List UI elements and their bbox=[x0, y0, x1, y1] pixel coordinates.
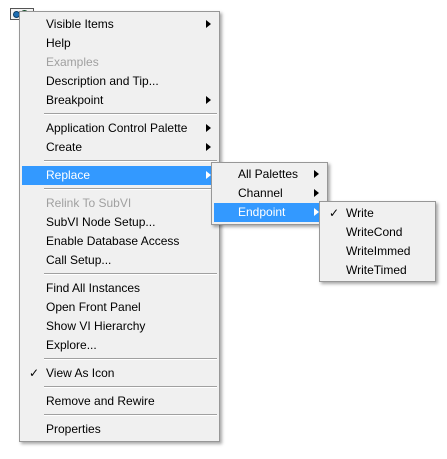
menu-separator bbox=[44, 160, 217, 162]
menu-separator bbox=[44, 414, 217, 416]
menu-item-view-as-icon[interactable]: ✓ View As Icon bbox=[22, 364, 217, 383]
menu-item-write[interactable]: ✓ Write bbox=[322, 204, 433, 223]
menu-item-label: Create bbox=[46, 140, 83, 154]
submenu-arrow-icon bbox=[206, 143, 211, 151]
menu-item-label: WriteTimed bbox=[346, 263, 407, 277]
menu-item-writetimed[interactable]: WriteTimed bbox=[322, 261, 433, 280]
menu-item-label: Open Front Panel bbox=[46, 300, 141, 314]
menu-item-description-and-tip[interactable]: Description and Tip... bbox=[22, 72, 217, 91]
menu-item-label: Breakpoint bbox=[46, 93, 104, 107]
menu-item-remove-and-rewire[interactable]: Remove and Rewire bbox=[22, 392, 217, 411]
menu-item-channel[interactable]: Channel bbox=[214, 184, 325, 203]
menu-item-examples: Examples bbox=[22, 53, 217, 72]
menu-item-label: Remove and Rewire bbox=[46, 394, 155, 408]
submenu-arrow-icon bbox=[206, 96, 211, 104]
submenu-arrow-icon bbox=[206, 20, 211, 28]
menu-item-relink-to-subvi: Relink To SubVI bbox=[22, 194, 217, 213]
menu-item-call-setup[interactable]: Call Setup... bbox=[22, 251, 217, 270]
menu-item-find-all-instances[interactable]: Find All Instances bbox=[22, 279, 217, 298]
menu-item-open-front-panel[interactable]: Open Front Panel bbox=[22, 298, 217, 317]
context-menu: Visible Items Help Examples Description … bbox=[19, 11, 220, 442]
menu-item-label: All Palettes bbox=[238, 167, 299, 181]
endpoint-submenu: ✓ Write WriteCond WriteImmed WriteTimed bbox=[319, 201, 436, 282]
menu-item-label: Write bbox=[346, 206, 374, 220]
menu-item-label: Relink To SubVI bbox=[46, 196, 132, 210]
menu-item-breakpoint[interactable]: Breakpoint bbox=[22, 91, 217, 110]
menu-item-label: Help bbox=[46, 36, 71, 50]
menu-item-show-vi-hierarchy[interactable]: Show VI Hierarchy bbox=[22, 317, 217, 336]
menu-item-label: Visible Items bbox=[46, 17, 114, 31]
menu-item-replace[interactable]: Replace bbox=[22, 166, 217, 185]
menu-item-endpoint[interactable]: Endpoint bbox=[214, 203, 325, 222]
menu-item-label: Show VI Hierarchy bbox=[46, 319, 146, 333]
menu-item-label: View As Icon bbox=[46, 366, 115, 380]
menu-item-writeimmed[interactable]: WriteImmed bbox=[322, 242, 433, 261]
menu-item-explore[interactable]: Explore... bbox=[22, 336, 217, 355]
menu-item-label: Find All Instances bbox=[46, 281, 141, 295]
menu-item-label: Properties bbox=[46, 422, 101, 436]
menu-separator bbox=[44, 358, 217, 360]
menu-item-label: WriteImmed bbox=[346, 244, 411, 258]
menu-item-application-control-palette[interactable]: Application Control Palette bbox=[22, 119, 217, 138]
menu-item-label: Application Control Palette bbox=[46, 121, 188, 135]
submenu-arrow-icon bbox=[314, 189, 319, 197]
menu-item-label: WriteCond bbox=[346, 225, 403, 239]
submenu-arrow-icon bbox=[206, 124, 211, 132]
menu-item-all-palettes[interactable]: All Palettes bbox=[214, 165, 325, 184]
menu-item-label: Endpoint bbox=[238, 205, 286, 219]
menu-item-label: Description and Tip... bbox=[46, 74, 159, 88]
menu-item-properties[interactable]: Properties bbox=[22, 420, 217, 439]
menu-item-label: SubVI Node Setup... bbox=[46, 215, 156, 229]
menu-separator bbox=[44, 113, 217, 115]
menu-item-label: Call Setup... bbox=[46, 253, 112, 267]
menu-item-subvi-node-setup[interactable]: SubVI Node Setup... bbox=[22, 213, 217, 232]
menu-item-create[interactable]: Create bbox=[22, 138, 217, 157]
menu-item-label: Examples bbox=[46, 55, 99, 69]
submenu-arrow-icon bbox=[314, 170, 319, 178]
menu-separator bbox=[44, 188, 217, 190]
menu-separator bbox=[44, 273, 217, 275]
replace-submenu: All Palettes Channel Endpoint bbox=[211, 162, 328, 225]
menu-item-writecond[interactable]: WriteCond bbox=[322, 223, 433, 242]
menu-item-label: Enable Database Access bbox=[46, 234, 180, 248]
menu-item-label: Replace bbox=[46, 168, 91, 182]
menu-item-help[interactable]: Help bbox=[22, 34, 217, 53]
menu-item-visible-items[interactable]: Visible Items bbox=[22, 15, 217, 34]
menu-item-enable-database-access[interactable]: Enable Database Access bbox=[22, 232, 217, 251]
menu-separator bbox=[44, 386, 217, 388]
menu-item-label: Channel bbox=[238, 186, 283, 200]
menu-item-label: Explore... bbox=[46, 338, 97, 352]
checkmark-icon: ✓ bbox=[29, 366, 40, 380]
checkmark-icon: ✓ bbox=[329, 206, 340, 220]
